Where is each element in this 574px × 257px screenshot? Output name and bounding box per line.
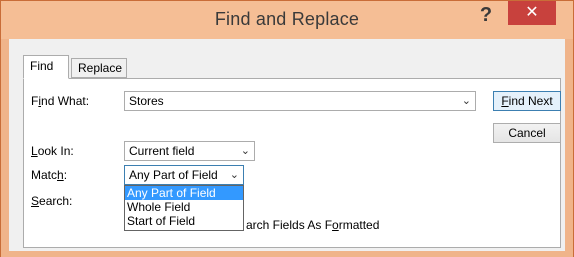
dialog-body: Find Replace Find What: Stores ⌄ Find Ne… bbox=[9, 39, 565, 251]
find-tab-panel: Find What: Stores ⌄ Find Next Cancel Loo… bbox=[23, 78, 561, 248]
match-option-any-part[interactable]: Any Part of Field bbox=[125, 186, 243, 200]
chevron-down-icon[interactable]: ⌄ bbox=[241, 142, 250, 160]
find-next-button[interactable]: Find Next bbox=[493, 91, 561, 111]
close-icon: ✕ bbox=[525, 4, 539, 21]
chevron-down-icon[interactable]: ⌄ bbox=[462, 92, 471, 110]
match-combobox[interactable]: Any Part of Field ⌄ bbox=[124, 165, 244, 185]
chevron-down-icon[interactable]: ⌄ bbox=[230, 166, 239, 184]
find-what-label: Find What: bbox=[31, 94, 90, 108]
title-bar[interactable]: Find and Replace ? ✕ bbox=[1, 1, 573, 39]
search-fields-as-formatted-checkbox-label[interactable]: arch Fields As Formatted bbox=[246, 218, 379, 232]
window-border bbox=[1, 251, 573, 257]
help-button[interactable]: ? bbox=[473, 3, 499, 27]
find-what-combobox[interactable]: Stores ⌄ bbox=[124, 91, 476, 111]
match-dropdown-list: Any Part of Field Whole Field Start of F… bbox=[124, 185, 244, 231]
look-in-combobox[interactable]: Current field ⌄ bbox=[124, 141, 255, 161]
find-replace-dialog: Find and Replace ? ✕ Find Replace Find W… bbox=[0, 0, 574, 257]
close-button[interactable]: ✕ bbox=[508, 1, 556, 25]
match-label: Match: bbox=[31, 168, 68, 182]
find-what-value: Stores bbox=[129, 94, 164, 108]
match-value: Any Part of Field bbox=[129, 168, 218, 182]
look-in-label: Look In: bbox=[31, 144, 74, 158]
look-in-value: Current field bbox=[129, 144, 195, 158]
search-label: Search: bbox=[31, 194, 73, 208]
cancel-button[interactable]: Cancel bbox=[493, 123, 561, 143]
tab-replace[interactable]: Replace bbox=[71, 58, 127, 78]
tab-find[interactable]: Find bbox=[23, 55, 69, 79]
match-option-start-of-field[interactable]: Start of Field bbox=[125, 214, 243, 228]
match-option-whole-field[interactable]: Whole Field bbox=[125, 200, 243, 214]
